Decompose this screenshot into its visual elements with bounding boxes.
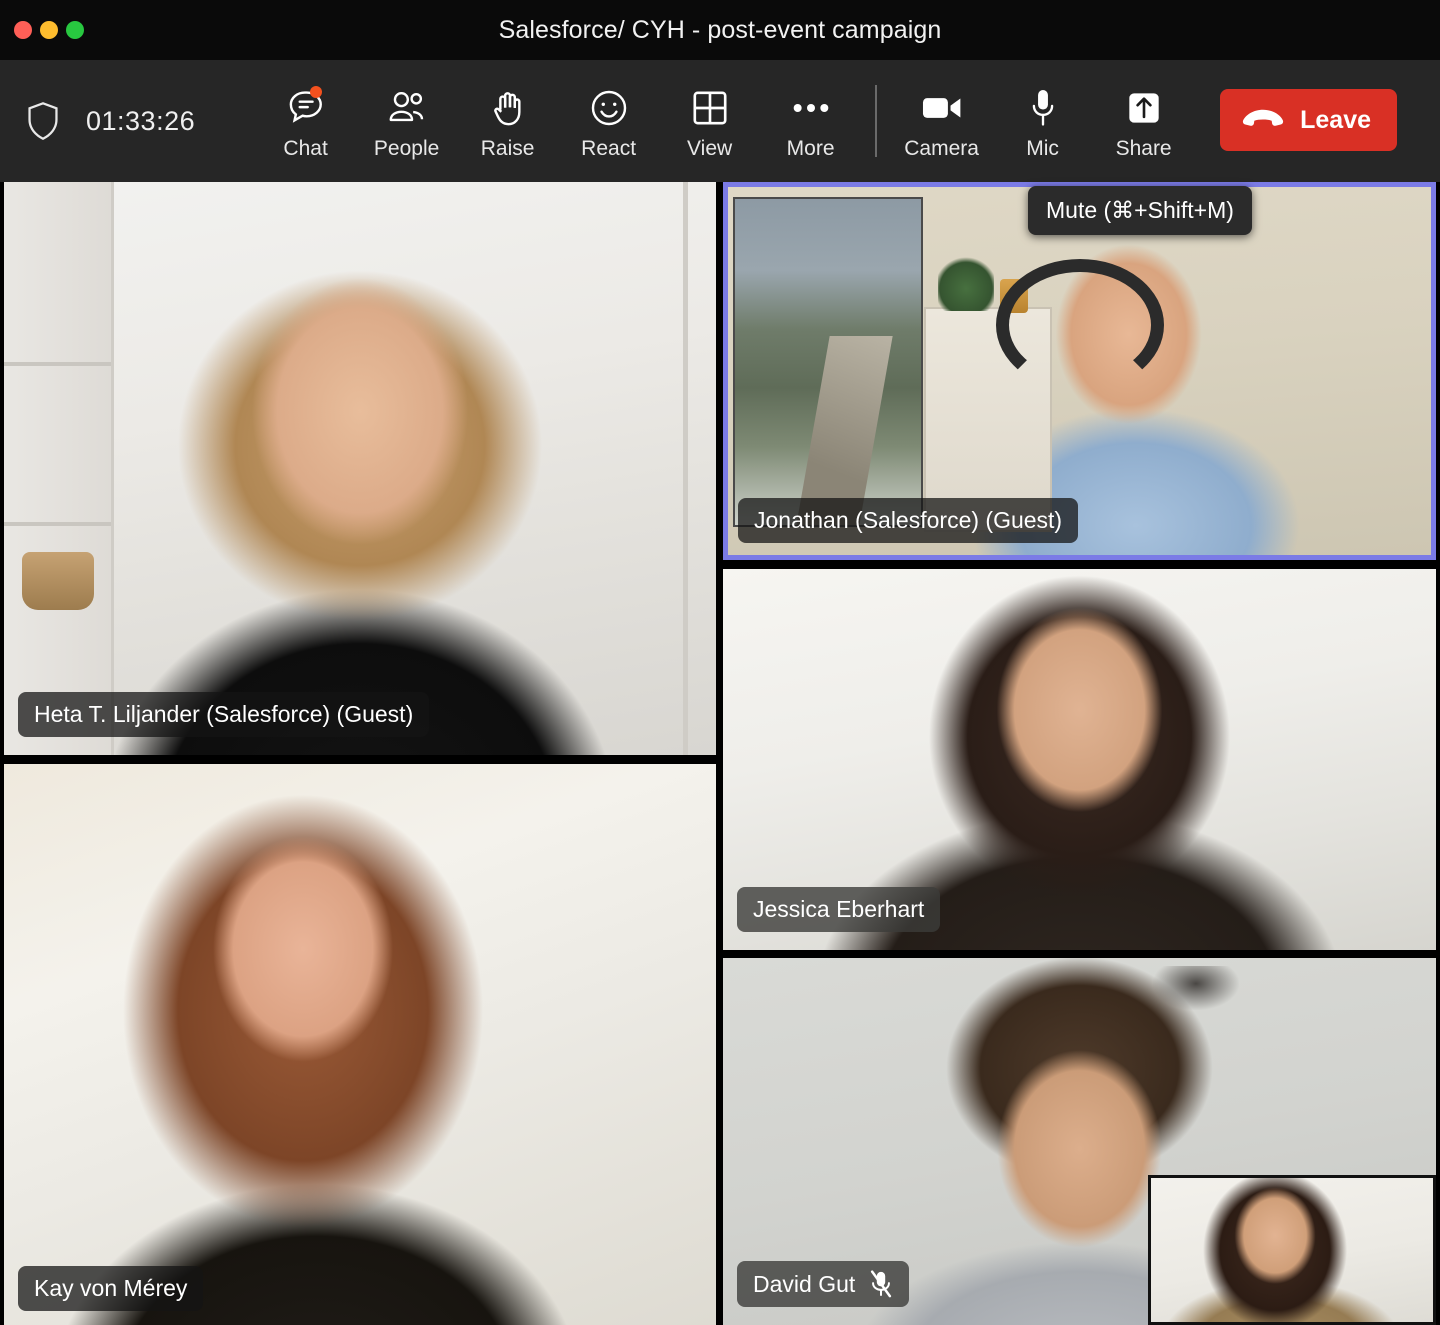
participant-name: Kay von Mérey [34,1275,188,1301]
mic-icon [1030,87,1056,129]
hangup-phone-icon [1242,109,1284,131]
view-button[interactable]: View [659,83,760,159]
video-feed [4,764,716,1325]
mic-tooltip: Mute (⌘+Shift+M) [1028,186,1252,235]
leave-label: Leave [1300,105,1371,134]
mic-label: Mic [1026,137,1059,160]
participant-tile-david[interactable]: David Gut [723,958,1436,1325]
window-title: Salesforce/ CYH - post-event campaign [498,16,942,44]
toolbar-separator [875,85,878,157]
participant-name-chip: Kay von Mérey [18,1266,204,1311]
people-button[interactable]: People [356,83,457,159]
participant-name-chip: Jonathan (Salesforce) (Guest) [738,498,1079,543]
raise-hand-button[interactable]: Raise [457,83,558,159]
close-button[interactable] [14,21,32,39]
more-button[interactable]: More [760,83,861,159]
self-video-feed [1151,1178,1433,1322]
people-icon [386,87,428,129]
participant-name: Heta T. Liljander (Salesforce) (Guest) [34,701,414,727]
participant-name-chip: Heta T. Liljander (Salesforce) (Guest) [18,692,430,737]
mic-muted-icon [869,1270,893,1298]
chat-button[interactable]: Chat [255,83,356,159]
participant-tile-jessica[interactable]: Jessica Eberhart [723,569,1436,950]
view-label: View [687,137,733,160]
video-feed [4,182,716,755]
participant-name: David Gut [753,1270,856,1297]
mic-button[interactable]: Mic [992,83,1093,159]
participant-name: Jessica Eberhart [753,896,925,922]
participant-name: Jonathan (Salesforce) (Guest) [754,507,1063,533]
meeting-window: Salesforce/ CYH - post-event campaign 01… [0,0,1440,1325]
participant-name-chip: David Gut [737,1261,910,1307]
camera-icon [921,87,963,129]
meeting-timer: 01:33:26 [86,105,196,136]
react-label: React [581,137,637,160]
toolbar-left-group: 01:33:26 [26,101,195,141]
more-label: More [786,137,835,160]
maximize-button[interactable] [66,21,84,39]
share-button[interactable]: Share [1093,83,1194,159]
title-bar: Salesforce/ CYH - post-event campaign [0,0,1440,60]
react-button[interactable]: React [558,83,659,159]
chat-label: Chat [283,137,328,160]
chat-unread-badge [309,86,322,98]
toolbar-actions: Chat People Raise React View More Camera… [255,83,1397,159]
people-label: People [373,137,440,160]
raise-label: Raise [480,137,535,160]
shield-icon[interactable] [26,101,60,141]
camera-label: Camera [904,137,979,160]
participant-name-chip: Jessica Eberhart [737,887,941,932]
share-label: Share [1115,137,1172,160]
share-up-arrow-icon [1126,87,1162,129]
chat-icon [286,86,326,129]
participant-tile-jonathan[interactable]: Jonathan (Salesforce) (Guest) [723,182,1436,560]
camera-button[interactable]: Camera [891,83,992,159]
window-controls [14,0,84,60]
participant-tile-heta[interactable]: Heta T. Liljander (Salesforce) (Guest) [4,182,716,755]
meeting-toolbar: 01:33:26 Chat People Raise React View Mo… [0,60,1440,182]
raise-hand-icon [491,87,525,129]
self-view-pip[interactable] [1148,1175,1436,1325]
participant-tile-kay[interactable]: Kay von Mérey [4,764,716,1325]
more-dots-icon [791,87,831,129]
minimize-button[interactable] [40,21,58,39]
react-smiley-icon [589,87,629,129]
video-grid: Heta T. Liljander (Salesforce) (Guest) K… [0,182,1440,1325]
leave-button[interactable]: Leave [1220,89,1397,151]
view-grid-icon [691,87,729,129]
